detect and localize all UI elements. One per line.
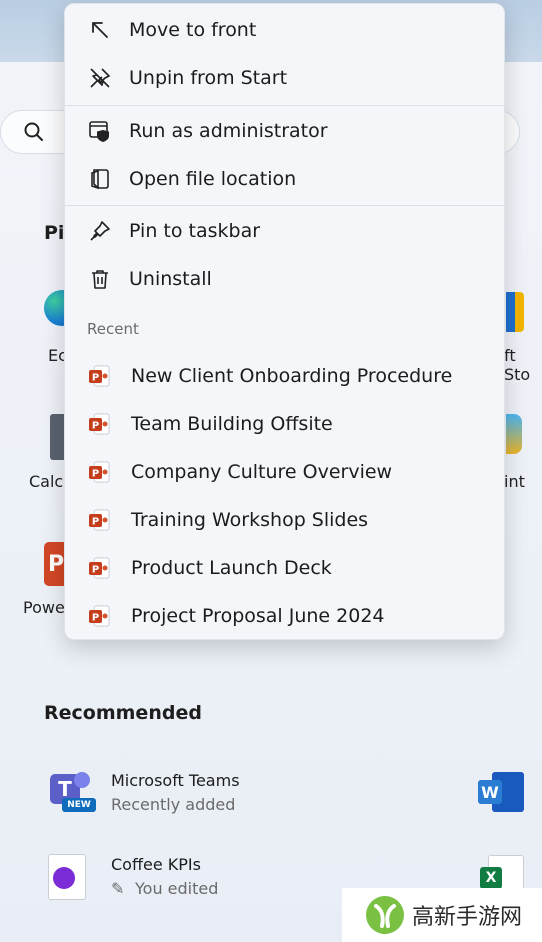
menu-item-open-file-location[interactable]: Open file location [65,157,504,201]
folder-icon [87,166,113,192]
paint-app-icon[interactable] [506,414,522,454]
menu-item-pin-to-taskbar[interactable]: Pin to taskbar [65,209,504,253]
svg-text:P: P [92,469,99,480]
powerpoint-file-icon: P [87,604,111,628]
recommended-title: Recommended [44,702,202,724]
word-file-icon[interactable]: W [478,772,524,812]
document-icon [48,854,86,900]
menu-item-run-as-administrator[interactable]: Run as administrator [65,109,504,153]
watermark-text: 高新手游网 [412,905,523,930]
recent-header: Recent [87,320,139,338]
recommended-item-teams[interactable]: T NEW Microsoft Teams Recently added [40,764,280,820]
search-icon [23,121,45,147]
powerpoint-file-icon: P [87,556,111,580]
recent-file-item[interactable]: P Training Workshop Slides [65,498,504,542]
pin-icon [87,218,113,244]
svg-text:P: P [92,373,99,384]
edit-pencil-icon: ✎ [111,879,125,898]
recommended-name: Microsoft Teams [111,771,240,790]
svg-text:P: P [92,421,99,432]
recommended-sub: Recently added [111,795,236,814]
shield-icon [87,118,113,144]
menu-item-move-to-front[interactable]: Move to front [65,8,504,52]
app-label-powerpoint[interactable]: Powe [23,598,65,617]
recent-file-item[interactable]: P Project Proposal June 2024 [65,594,504,638]
context-menu: Move to front Unpin from Start Run as ad… [64,3,505,640]
powerpoint-file-icon: P [87,364,111,388]
recent-file-item[interactable]: P Team Building Offsite [65,402,504,446]
teams-icon: T NEW [44,770,96,814]
menu-item-uninstall[interactable]: Uninstall [65,257,504,301]
recent-file-item[interactable]: P Company Culture Overview [65,450,504,494]
powerpoint-file-icon: P [87,460,111,484]
recommended-sub: You edited [135,879,219,898]
watermark-logo-icon [364,894,406,940]
menu-item-unpin-from-start[interactable]: Unpin from Start [65,56,504,100]
unpin-icon [87,65,113,91]
recommended-item-coffee-kpis[interactable]: Coffee KPIs ✎ You edited [40,848,280,904]
menu-separator [65,105,504,106]
powerpoint-file-icon: P [87,508,111,532]
move-to-front-icon [87,17,113,43]
svg-text:P: P [92,517,99,528]
recent-file-item[interactable]: P Product Launch Deck [65,546,504,590]
watermark: 高新手游网 [342,888,542,942]
svg-text:P: P [92,565,99,576]
recent-file-item[interactable]: P New Client Onboarding Procedure [65,354,504,398]
recommended-name: Coffee KPIs [111,855,201,874]
powerpoint-file-icon: P [87,412,111,436]
menu-separator [65,205,504,206]
pinned-title: Pi [44,222,65,244]
trash-icon [87,266,113,292]
app-label-paint[interactable]: int [504,472,525,491]
store-app-icon[interactable] [506,292,524,332]
svg-text:P: P [92,613,99,624]
app-label-store[interactable]: ft Sto [504,346,542,384]
